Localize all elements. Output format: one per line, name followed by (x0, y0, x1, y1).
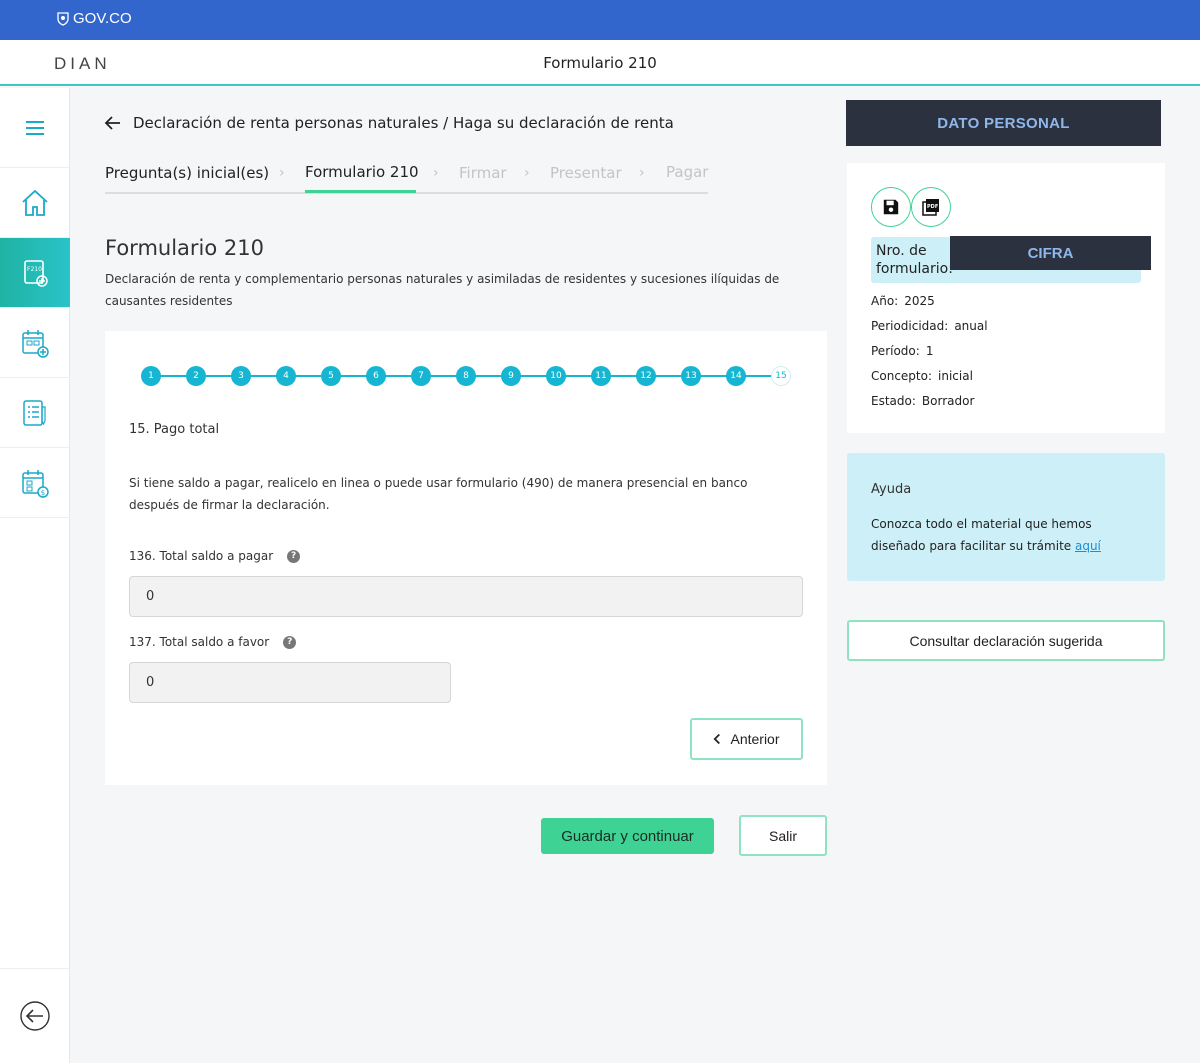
download-pdf-button[interactable]: PDF (911, 187, 951, 227)
chevron-right-icon: › (433, 165, 439, 181)
question-title: 15. Pago total (129, 422, 220, 437)
step-pay: Pagar (666, 163, 709, 181)
question-card: 1 2 3 4 5 6 7 8 9 10 11 12 13 14 15 15. Pago total Si … (105, 331, 827, 785)
progress-step-dot[interactable]: 4 (276, 366, 296, 386)
progress-step-dot[interactable]: 1 (141, 366, 161, 386)
help-link[interactable]: aquí (1075, 539, 1101, 553)
active-step-underline (305, 190, 416, 193)
field-label-total-favor: 137. Total saldo a favor ? (129, 635, 297, 649)
exit-button[interactable]: Salir (739, 815, 827, 856)
progress-step-dot[interactable]: 3 (231, 366, 251, 386)
checklist-icon (23, 399, 46, 426)
total-saldo-favor-input[interactable]: 0 (129, 662, 451, 703)
arrow-left-icon[interactable] (103, 113, 123, 133)
gov-bar: GOV.CO (0, 0, 1200, 40)
step-sign: Firmar (459, 164, 507, 182)
save-draft-button[interactable] (871, 187, 911, 227)
progress-step-dot[interactable]: 2 (186, 366, 206, 386)
help-icon[interactable]: ? (283, 635, 297, 649)
progress-step-dot[interactable]: 6 (366, 366, 386, 386)
progress-step-dot[interactable]: 10 (546, 366, 566, 386)
personal-data-header: DATO PERSONAL (846, 100, 1161, 146)
save-continue-button[interactable]: Guardar y continuar (541, 818, 714, 854)
sidebar-item-checklist[interactable] (0, 378, 70, 448)
gov-logo[interactable]: GOV.CO (57, 10, 132, 27)
form-info-card: PDF Nro. de formulario: CIFRA Año: 2025 P… (847, 163, 1165, 433)
step-submit: Presentar (550, 164, 622, 182)
form-210-icon: F210 (24, 259, 48, 287)
back-circle-icon (20, 1001, 50, 1031)
detail-periodicity: Periodicidad: anual (871, 319, 988, 333)
menu-icon (26, 120, 44, 135)
floppy-disk-icon (883, 199, 899, 215)
pdf-icon: PDF (922, 199, 939, 216)
previous-button-label: Anterior (730, 731, 780, 747)
field-label-text: 137. Total saldo a favor (129, 635, 270, 649)
step-form-210[interactable]: Formulario 210 (305, 163, 419, 181)
progress-step-dot[interactable]: 13 (681, 366, 701, 386)
step-initial-questions[interactable]: Pregunta(s) inicial(es) (105, 164, 269, 182)
chevron-right-icon: › (524, 165, 530, 181)
gov-logo-text: GOV.CO (73, 10, 132, 27)
colombia-shield-icon (57, 11, 69, 26)
form-title: Formulario 210 (105, 236, 264, 260)
progress-step-dot[interactable]: 9 (501, 366, 521, 386)
help-text: Conozca todo el material que hemos diseñ… (871, 517, 1101, 553)
form-number-value: CIFRA (950, 236, 1151, 270)
total-saldo-pagar-input[interactable]: 0 (129, 576, 803, 617)
question-description: Si tiene saldo a pagar, realicelo en lin… (129, 476, 748, 512)
detail-year: Año: 2025 (871, 294, 935, 308)
home-icon (22, 189, 48, 216)
calendar-add-icon (22, 329, 49, 358)
chevron-right-icon: › (279, 165, 285, 181)
consult-suggested-button[interactable]: Consultar declaración sugerida (847, 620, 1165, 661)
sidebar-item-calendar-add[interactable] (0, 308, 70, 378)
progress-step-dot[interactable]: 5 (321, 366, 341, 386)
pdf-icon-text: PDF (927, 204, 938, 210)
field-label-total-pagar: 136. Total saldo a pagar ? (129, 549, 301, 563)
progress-step-dot[interactable]: 14 (726, 366, 746, 386)
page-header-title: Formulario 210 (543, 54, 657, 72)
help-box: Ayuda Conozca todo el material que hemos… (847, 453, 1165, 581)
calendar-money-icon: $ (22, 469, 49, 498)
sidebar-item-home[interactable] (0, 168, 70, 238)
help-title: Ayuda (871, 482, 912, 497)
chevron-left-icon (714, 733, 721, 745)
progress-step-dot[interactable]: 12 (636, 366, 656, 386)
detail-period: Período: 1 (871, 344, 934, 358)
chevron-right-icon: › (639, 165, 645, 181)
svg-text:F210: F210 (27, 266, 42, 273)
stepper: Pregunta(s) inicial(es) › Formulario 210… (105, 160, 708, 194)
progress-step-dot[interactable]: 11 (591, 366, 611, 386)
breadcrumb: Declaración de renta personas naturales … (103, 113, 674, 133)
breadcrumb-text[interactable]: Declaración de renta personas naturales … (133, 114, 674, 132)
detail-status: Estado: Borrador (871, 394, 975, 408)
detail-concept: Concepto: inicial (871, 369, 973, 383)
app-header: DIAN Formulario 210 (0, 40, 1200, 86)
progress-step-dot[interactable]: 7 (411, 366, 431, 386)
sidebar-item-form-210[interactable]: F210 (0, 238, 70, 308)
field-label-text: 136. Total saldo a pagar (129, 549, 274, 563)
previous-button[interactable]: Anterior (690, 718, 803, 760)
svg-text:$: $ (41, 489, 45, 497)
progress-step-dot[interactable]: 8 (456, 366, 476, 386)
sidebar-item-calendar-money[interactable]: $ (0, 448, 70, 518)
sidebar: F210 $ (0, 88, 70, 1063)
sidebar-menu-toggle[interactable] (0, 88, 70, 168)
sidebar-collapse[interactable] (0, 968, 70, 1063)
progress-step-dot[interactable]: 15 (771, 366, 791, 386)
help-icon[interactable]: ? (287, 549, 301, 563)
form-subtitle: Declaración de renta y complementario pe… (105, 272, 780, 308)
